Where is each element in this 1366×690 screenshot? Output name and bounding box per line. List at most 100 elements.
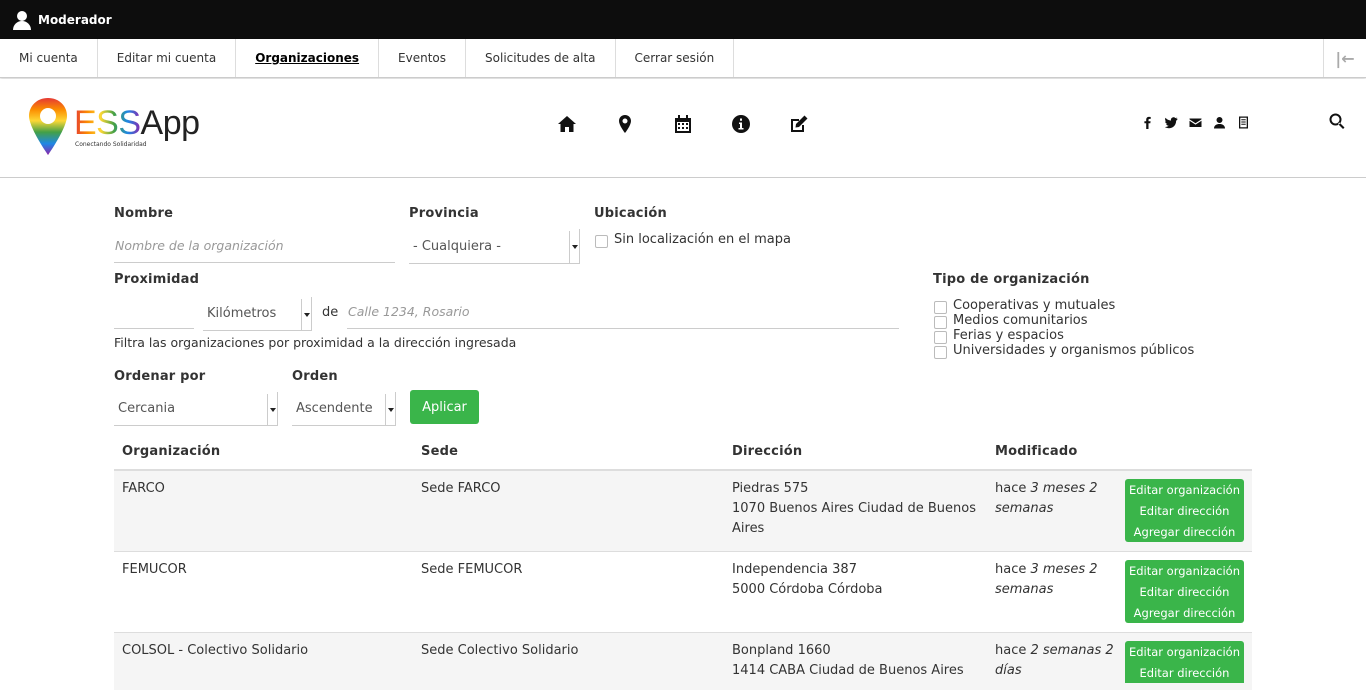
edit-address-button[interactable]: Editar dirección [1125, 500, 1244, 521]
chevron-down-icon [569, 231, 579, 263]
modified-time: hace 3 meses 2 semanas [987, 552, 1125, 632]
column-header-sede[interactable]: Sede [413, 444, 724, 459]
sort-by-value: Cercania [118, 401, 176, 416]
org-type-filter-label: Tipo de organización [933, 272, 1090, 287]
table-row: FARCO Sede FARCO Piedras 575 1070 Buenos… [114, 471, 1252, 552]
add-address-button[interactable]: Agregar dirección [1125, 602, 1244, 623]
address-line-1: Bonpland 1660 [732, 643, 831, 658]
org-type-checkbox-ferias[interactable] [934, 331, 947, 344]
apply-button[interactable]: Aplicar [410, 390, 479, 424]
org-sede: Sede FEMUCOR [421, 562, 523, 577]
org-name: COLSOL - Colectivo Solidario [122, 643, 309, 658]
address-line-2: 1414 CABA Ciudad de Buenos Aires [732, 663, 964, 678]
column-header-organizacion[interactable]: Organización [114, 444, 413, 459]
logo-app-text: App [140, 104, 201, 142]
order-label: Orden [292, 369, 338, 384]
name-filter-input[interactable] [114, 231, 395, 263]
site-header: ESSApp Conectando Solidaridad [0, 79, 1366, 178]
edit-organization-button[interactable]: Editar organización [1125, 641, 1244, 662]
row-actions: Editar organización Editar dirección [1125, 633, 1252, 690]
logo-tagline: Conectando Solidaridad [75, 141, 147, 148]
logo-pin-icon [29, 98, 67, 155]
tab-cerrar-sesion[interactable]: Cerrar sesión [616, 39, 735, 77]
edit-icon[interactable] [788, 113, 810, 135]
proximity-de-label: de [322, 305, 339, 320]
org-address: Bonpland 1660 1414 CABA Ciudad de Buenos… [724, 633, 987, 690]
edit-organization-button[interactable]: Editar organización [1125, 560, 1244, 581]
proximity-unit-select[interactable]: Kilómetros [203, 297, 312, 331]
modified-prefix: hace [995, 643, 1031, 658]
org-sede: Sede Colectivo Solidario [421, 643, 579, 658]
tab-editar-mi-cuenta[interactable]: Editar mi cuenta [98, 39, 237, 77]
search-icon[interactable] [1329, 113, 1347, 131]
order-value: Ascendente [296, 401, 373, 416]
proximity-filter-label: Proximidad [114, 272, 200, 287]
org-sede: Sede FARCO [421, 481, 501, 496]
org-address: Piedras 575 1070 Buenos Aires Ciudad de … [724, 471, 987, 551]
modified-prefix: hace [995, 481, 1031, 496]
account-tabs: Mi cuenta Editar mi cuenta Organizacione… [0, 39, 1366, 78]
org-type-label-cooperativas: Cooperativas y mutuales [953, 298, 1116, 313]
calendar-icon[interactable] [672, 113, 694, 135]
column-header-direccion[interactable]: Dirección [724, 444, 987, 459]
no-location-checkbox[interactable] [595, 235, 608, 248]
facebook-icon[interactable] [1140, 115, 1155, 129]
org-type-label-universidades: Universidades y organismos públicos [953, 343, 1195, 358]
proximity-distance-input[interactable] [114, 297, 194, 329]
row-actions: Editar organización Editar dirección Agr… [1125, 552, 1252, 632]
social-links [1140, 115, 1251, 129]
tab-solicitudes-de-alta[interactable]: Solicitudes de alta [466, 39, 616, 77]
admin-user-label[interactable]: Moderador [38, 13, 112, 27]
name-filter-label: Nombre [114, 206, 174, 221]
chevron-down-icon [385, 394, 395, 425]
add-address-button[interactable]: Agregar dirección [1125, 521, 1244, 542]
location-filter-label: Ubicación [594, 206, 667, 221]
edit-address-button[interactable]: Editar dirección [1125, 581, 1244, 602]
org-type-label-ferias: Ferias y espacios [953, 328, 1064, 343]
sort-by-select[interactable]: Cercania [114, 392, 278, 426]
main-nav [556, 113, 810, 135]
no-location-label: Sin localización en el mapa [614, 232, 791, 247]
logo-ess-text: ESS [74, 104, 141, 142]
info-icon[interactable] [730, 113, 752, 135]
home-icon[interactable] [556, 113, 578, 135]
table-row: FEMUCOR Sede FEMUCOR Independencia 387 5… [114, 552, 1252, 633]
user-icon [12, 10, 32, 30]
map-marker-icon[interactable] [614, 113, 636, 135]
org-type-checkbox-cooperativas[interactable] [934, 301, 947, 314]
envelope-icon[interactable] [1188, 115, 1203, 129]
site-logo[interactable]: ESSApp Conectando Solidaridad [28, 97, 200, 157]
table-row: COLSOL - Colectivo Solidario Sede Colect… [114, 633, 1252, 690]
tab-organizaciones[interactable]: Organizaciones [236, 39, 380, 77]
document-icon[interactable] [1236, 115, 1251, 129]
order-select[interactable]: Ascendente [292, 392, 396, 426]
user-icon[interactable] [1212, 115, 1227, 129]
proximity-unit-value: Kilómetros [207, 306, 277, 321]
edit-organization-button[interactable]: Editar organización [1125, 479, 1244, 500]
chevron-down-icon [301, 299, 311, 330]
address-line-1: Piedras 575 [732, 481, 809, 496]
column-header-modificado[interactable]: Modificado [987, 444, 1125, 459]
org-type-label-medios: Medios comunitarios [953, 313, 1088, 328]
modified-time: hace 3 meses 2 semanas [987, 471, 1125, 551]
province-select[interactable]: - Cualquiera - [409, 229, 580, 264]
chevron-down-icon [267, 394, 277, 425]
proximity-address-input[interactable] [347, 297, 899, 329]
edit-address-button[interactable]: Editar dirección [1125, 662, 1244, 683]
org-type-checkbox-universidades[interactable] [934, 346, 947, 359]
org-type-checkbox-medios[interactable] [934, 316, 947, 329]
sort-by-label: Ordenar por [114, 369, 206, 384]
modified-prefix: hace [995, 562, 1031, 577]
tab-mi-cuenta[interactable]: Mi cuenta [0, 39, 98, 77]
table-header: Organización Sede Dirección Modificado [114, 433, 1252, 471]
row-actions: Editar organización Editar dirección Agr… [1125, 471, 1252, 551]
collapse-toolbar-icon[interactable]: |← [1323, 39, 1366, 77]
admin-toolbar: Moderador [0, 0, 1366, 39]
modified-time: hace 2 semanas 2 días [987, 633, 1125, 690]
org-name: FARCO [122, 481, 165, 496]
province-select-value: - Cualquiera - [413, 238, 501, 254]
address-line-2: 1070 Buenos Aires Ciudad de Buenos Aires [732, 501, 976, 536]
twitter-icon[interactable] [1164, 115, 1179, 129]
tab-eventos[interactable]: Eventos [379, 39, 467, 77]
address-line-1: Independencia 387 [732, 562, 857, 577]
